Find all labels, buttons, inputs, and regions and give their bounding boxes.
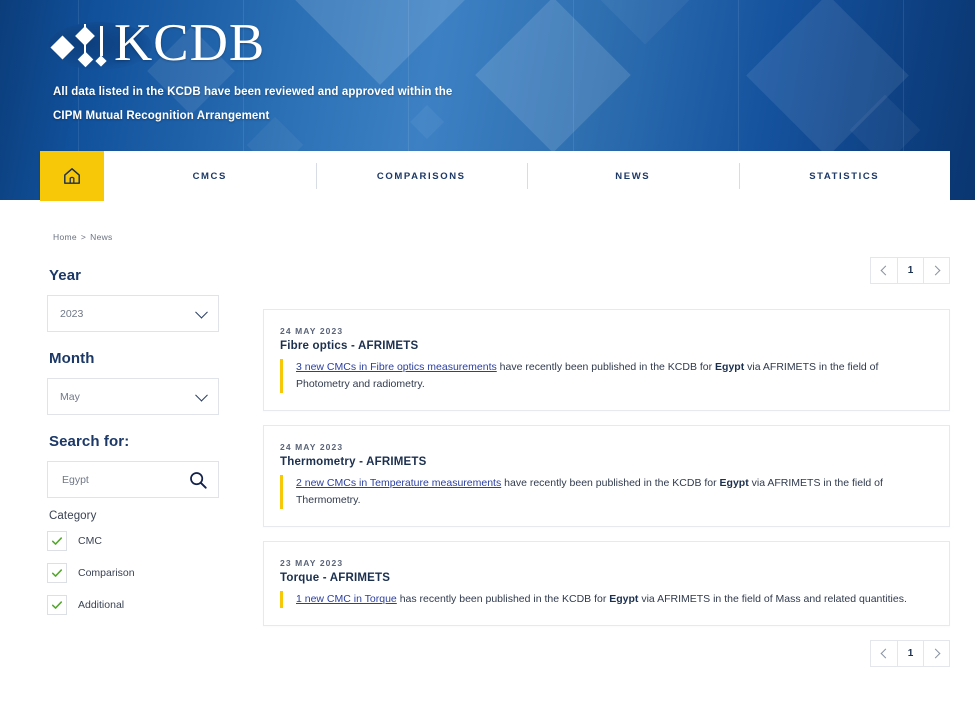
month-select[interactable]: May	[47, 378, 219, 415]
news-card[interactable]: 24 MAY 2023 Thermometry - AFRIMETS 2 new…	[263, 425, 950, 527]
news-card-link[interactable]: 2 new CMCs in Temperature measurements	[296, 477, 501, 489]
breadcrumb: Home > News	[53, 232, 113, 242]
news-card[interactable]: 23 MAY 2023 Torque - AFRIMETS 1 new CMC …	[263, 541, 950, 626]
news-card-date: 23 MAY 2023	[280, 558, 344, 568]
news-card-title: Thermometry - AFRIMETS	[280, 456, 427, 468]
pagination-bottom-wrap: 1	[263, 640, 950, 668]
nav-items: CMCS COMPARISONS NEWS STATISTICS	[104, 151, 950, 201]
nav-item-cmcs[interactable]: CMCS	[104, 151, 316, 201]
nav-item-statistics[interactable]: STATISTICS	[738, 151, 951, 201]
search-input[interactable]	[60, 472, 185, 487]
breadcrumb-separator: >	[80, 232, 87, 242]
news-card[interactable]: 24 MAY 2023 Fibre optics - AFRIMETS 3 ne…	[263, 309, 950, 411]
home-icon	[63, 167, 81, 185]
checkbox-checked-icon[interactable]	[47, 531, 67, 551]
news-card-date: 24 MAY 2023	[280, 326, 344, 336]
news-card-body: 1 new CMC in Torque has recently been pu…	[280, 591, 929, 608]
nav-home-button[interactable]	[40, 151, 104, 201]
category-option-label: Additional	[78, 599, 125, 611]
news-card-text-end: via AFRIMETS in the field of Mass and re…	[638, 593, 907, 605]
logo-bar-2	[100, 26, 103, 56]
news-card-date: 24 MAY 2023	[280, 442, 344, 452]
category-option-label: Comparison	[78, 567, 135, 579]
prev-page-icon	[880, 648, 890, 659]
checkbox-checked-icon[interactable]	[47, 563, 67, 583]
next-page-icon	[930, 648, 941, 659]
breadcrumb-home[interactable]: Home	[53, 232, 77, 242]
month-label: Month	[49, 350, 95, 367]
news-card-country: Egypt	[609, 593, 639, 605]
news-cards: 24 MAY 2023 Fibre optics - AFRIMETS 3 ne…	[263, 309, 950, 668]
nav-item-news[interactable]: NEWS	[527, 151, 739, 201]
pagination-next-button[interactable]	[923, 258, 949, 283]
pagination-prev-button[interactable]	[871, 641, 897, 666]
search-box[interactable]	[47, 461, 219, 498]
banner-subtitle-line1: All data listed in the KCDB have been re…	[53, 86, 453, 98]
nav-item-comparisons[interactable]: COMPARISONS	[315, 151, 528, 201]
news-card-country: Egypt	[719, 477, 749, 489]
category-option-cmc[interactable]: CMC	[47, 531, 247, 551]
chevron-down-icon	[195, 388, 208, 402]
news-card-link[interactable]: 1 new CMC in Torque	[296, 593, 397, 605]
prev-page-icon	[880, 265, 890, 276]
news-card-text-mid: has recently been published in the KCDB …	[396, 593, 610, 605]
filter-sidebar: Year 2023 Month May Search for: Egypt Ca…	[47, 267, 247, 627]
checkbox-checked-icon[interactable]	[47, 595, 67, 615]
main-content: Home > News Year 2023 Month May Search for…	[0, 201, 975, 720]
kcdb-logo[interactable]: KCDB	[48, 12, 266, 74]
next-page-icon	[930, 265, 941, 276]
chevron-down-icon	[195, 305, 208, 319]
news-card-body: 2 new CMCs in Temperature measurements h…	[280, 475, 929, 509]
news-card-country: Egypt	[715, 361, 745, 373]
breadcrumb-current: News	[90, 232, 113, 242]
news-card-title: Torque - AFRIMETS	[280, 572, 391, 584]
main-navigation: CMCS COMPARISONS NEWS STATISTICS	[40, 151, 950, 201]
news-card-title: Fibre optics - AFRIMETS	[280, 340, 419, 352]
search-icon[interactable]	[188, 470, 208, 495]
pagination-next-button[interactable]	[923, 641, 949, 666]
category-label: Category	[49, 510, 97, 522]
pagination-page-number[interactable]: 1	[897, 641, 923, 666]
search-label: Search for:	[49, 433, 130, 450]
pagination-prev-button[interactable]	[871, 258, 897, 283]
category-option-label: CMC	[78, 535, 102, 547]
year-select-value: 2023	[60, 307, 84, 320]
category-option-additional[interactable]: Additional	[47, 595, 247, 615]
news-card-text-mid: have recently been published in the KCDB…	[496, 361, 716, 373]
pagination-bottom: 1	[870, 640, 950, 667]
news-card-body: 3 new CMCs in Fibre optics measurements …	[280, 359, 929, 393]
month-select-value: May	[60, 390, 80, 403]
category-option-comparison[interactable]: Comparison	[47, 563, 247, 583]
banner-subtitle-line2: CIPM Mutual Recognition Arrangement	[53, 110, 270, 122]
year-label: Year	[49, 267, 82, 284]
logo-wordmark: KCDB	[114, 14, 266, 72]
category-filter: Category CMC Comparison Additional	[47, 510, 247, 615]
kcdb-news-page: KCDB All data listed in the KCDB have be…	[0, 0, 975, 720]
pagination-top: 1	[870, 257, 950, 284]
banner-subtitle: All data listed in the KCDB have been re…	[53, 80, 753, 128]
year-select[interactable]: 2023	[47, 295, 219, 332]
pagination-page-number[interactable]: 1	[897, 258, 923, 283]
news-card-text-mid: have recently been published in the KCDB…	[501, 477, 720, 489]
news-card-link[interactable]: 3 new CMCs in Fibre optics measurements	[296, 361, 497, 373]
